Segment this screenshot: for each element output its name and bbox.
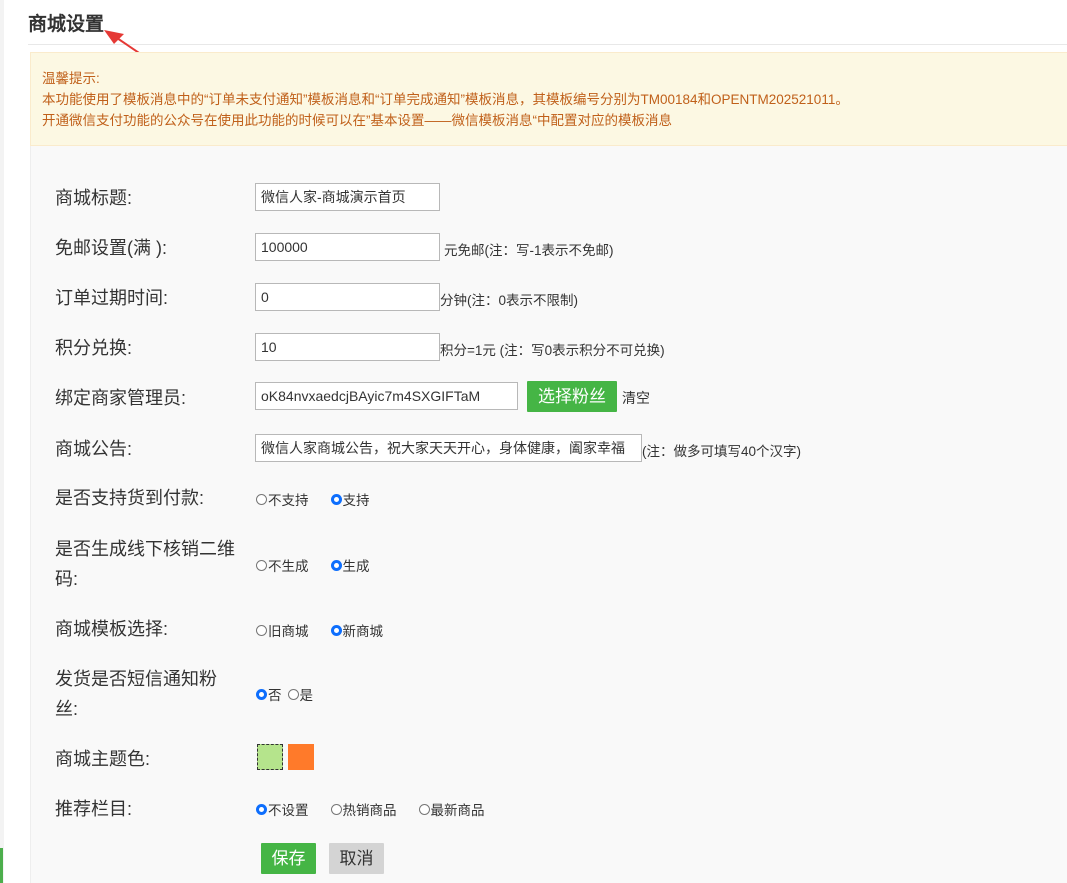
notice-line-2: 开通微信支付功能的公众号在使用此功能的时候可以在”基本设置——微信模板消息“中配… <box>42 113 672 128</box>
notice-board-hint: (注：做多可填写40个汉字) <box>642 444 802 459</box>
recommend-radio-group: 不设置 热销商品 最新商品 <box>256 799 507 819</box>
notice-line-1: 本功能使用了模板消息中的“订单未支付通知”模板消息和“订单完成通知”模板消息，其… <box>42 92 849 107</box>
order-expire-input[interactable]: 0 <box>255 283 440 311</box>
theme-color-swatch-orange[interactable] <box>288 744 314 770</box>
qrcode-label: 是否生成线下核销二维 码: <box>55 539 235 589</box>
free-shipping-hint: 元免邮(注：写-1表示不免邮) <box>444 243 614 258</box>
order-expire-hint: 分钟(注：0表示不限制) <box>440 293 578 308</box>
cod-option-yes[interactable]: 支持 <box>330 489 370 509</box>
notice-board-label: 商城公告: <box>55 439 133 459</box>
recommend-label: 推荐栏目: <box>55 799 133 819</box>
sms-option-no[interactable]: 否 <box>256 684 282 704</box>
save-button[interactable]: 保存 <box>261 843 316 874</box>
shop-title-label: 商城标题: <box>55 188 133 208</box>
cod-option-no[interactable]: 不支持 <box>256 489 309 509</box>
admin-label: 绑定商家管理员: <box>55 388 187 408</box>
template-radio-group: 旧商城 新商城 <box>256 620 405 640</box>
shop-title-input[interactable]: 微信人家-商城演示首页 <box>255 183 440 211</box>
sms-label: 发货是否短信通知粉 丝: <box>55 669 217 719</box>
sms-radio-group: 否 是 <box>256 684 335 704</box>
recommend-option-hot[interactable]: 热销商品 <box>330 799 397 819</box>
points-label: 积分兑换: <box>55 338 133 358</box>
cod-label: 是否支持货到付款: <box>55 488 205 508</box>
qrcode-radio-group: 不生成 生成 <box>256 555 392 575</box>
theme-color-swatch-green[interactable] <box>257 744 283 770</box>
sms-option-yes[interactable]: 是 <box>287 684 313 704</box>
template-label: 商城模板选择: <box>55 619 169 639</box>
free-shipping-label: 免邮设置(满 ): <box>55 238 167 258</box>
notice-box: 温馨提示: 本功能使用了模板消息中的“订单未支付通知”模板消息和“订单完成通知”… <box>30 52 1067 146</box>
recommend-option-none[interactable]: 不设置 <box>256 799 309 819</box>
cod-radio-group: 不支持 支持 <box>256 489 392 509</box>
left-edge <box>0 0 4 883</box>
template-option-old[interactable]: 旧商城 <box>256 620 309 640</box>
recommend-option-new[interactable]: 最新商品 <box>418 799 485 819</box>
page-title: 商城设置 <box>28 14 105 35</box>
qrcode-option-yes[interactable]: 生成 <box>330 555 370 575</box>
points-hint: 积分=1元 (注：写0表示积分不可兑换) <box>440 343 665 358</box>
admin-openid-input[interactable]: oK84nvxaedcjBAyic7m4SXGIFTaM <box>255 382 518 410</box>
order-expire-label: 订单过期时间: <box>55 288 169 308</box>
notice-board-input[interactable]: 微信人家商城公告，祝大家天天开心，身体健康，阖家幸福 <box>255 434 642 462</box>
template-option-new[interactable]: 新商城 <box>330 620 383 640</box>
theme-color-label: 商城主题色: <box>55 749 151 769</box>
sidebar-accent <box>0 848 3 883</box>
notice-title: 温馨提示: <box>42 71 100 86</box>
clear-admin-link[interactable]: 清空 <box>622 388 650 408</box>
free-shipping-input[interactable]: 100000 <box>255 233 440 261</box>
points-input[interactable]: 10 <box>255 333 440 361</box>
qrcode-option-no[interactable]: 不生成 <box>256 555 309 575</box>
select-fan-button[interactable]: 选择粉丝 <box>527 381 617 412</box>
cancel-button[interactable]: 取消 <box>329 843 384 874</box>
